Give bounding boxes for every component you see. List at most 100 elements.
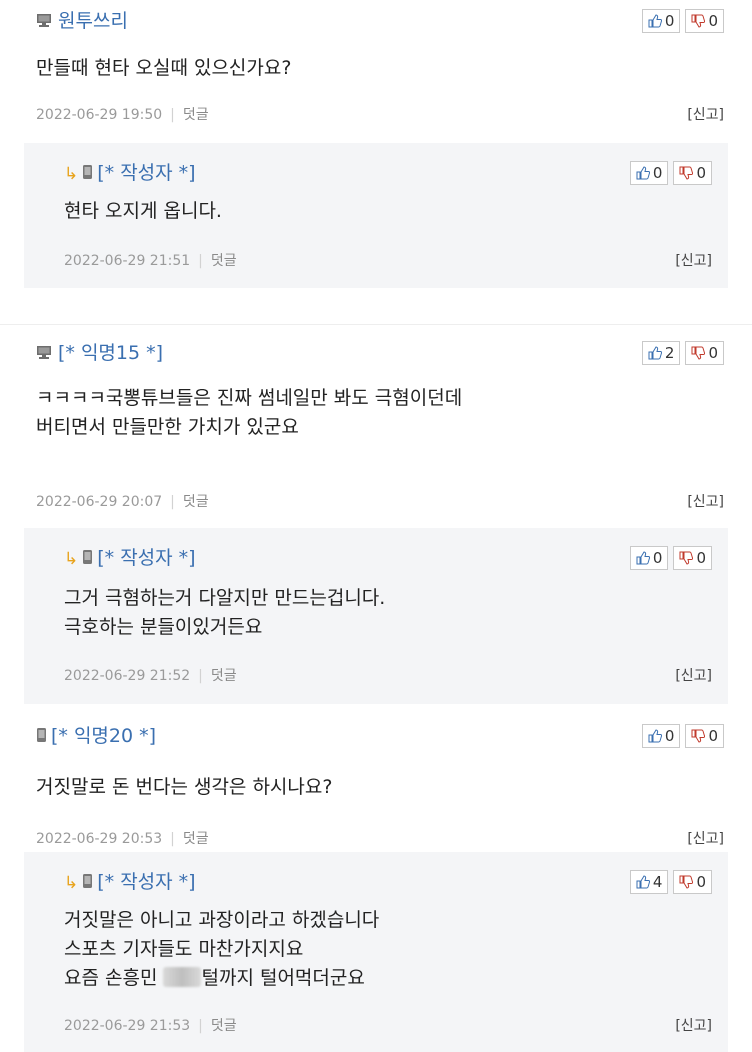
reply-text-line: 극호하는 분들이있거든요 (64, 616, 263, 638)
upvote-count: 2 (664, 344, 675, 362)
reply-text-line: 스포츠 기자들도 마찬가지지요 (64, 938, 304, 960)
reply-author[interactable]: ↳ [* 작성자 *] (64, 544, 196, 572)
comment-body: 거짓말로 돈 번다는 생각은 하시나요? (36, 773, 724, 802)
upvote-button[interactable]: 0 (629, 546, 669, 570)
comment: 원투쓰리 0 0 만들때 현타 오실때 있으신가요? 2022-06-29 19… (0, 0, 752, 140)
upvote-button[interactable]: 0 (641, 724, 681, 748)
report-link[interactable]: [신고] (675, 1014, 712, 1038)
reply-text-line: 그거 극혐하는거 다알지만 만드는겁니다. (64, 587, 386, 609)
report-link[interactable]: [신고] (687, 490, 724, 514)
reply-link[interactable]: 덧글 (211, 1018, 237, 1034)
thumbs-down-icon (691, 14, 706, 28)
mobile-icon (82, 160, 93, 188)
author-name: [* 익명15 *] (58, 342, 164, 364)
reply-author[interactable]: ↳ [* 작성자 *] (64, 868, 196, 896)
thumbs-down-icon (679, 875, 694, 889)
vote-buttons: 0 0 (641, 724, 724, 748)
comment-thread: 원투쓰리 0 0 만들때 현타 오실때 있으신가요? 2022-06-29 19… (0, 0, 752, 1052)
thumbs-up-icon (636, 551, 650, 565)
downvote-button[interactable]: 0 (685, 9, 724, 33)
reply-date: 2022-06-29 21:52 (64, 668, 191, 684)
reply-text-line: 현타 오지게 옵니다. (64, 200, 222, 222)
reply-date: 2022-06-29 21:51 (64, 253, 191, 269)
report-link[interactable]: [신고] (687, 103, 724, 127)
downvote-button[interactable]: 0 (673, 870, 712, 894)
reply-text-segment: 요즘 손흥민 (64, 967, 164, 989)
reply-text-line: 요즘 손흥민 털까지 털어먹더군요 (64, 964, 712, 993)
divider: | (198, 668, 203, 684)
thumbs-down-icon (679, 166, 694, 180)
upvote-count: 4 (652, 873, 663, 891)
reply-comment: ↳ [* 작성자 *] 0 0 현타 오지게 옵니다. 2022-06-29 2… (24, 143, 728, 288)
downvote-button[interactable]: 0 (673, 161, 712, 185)
comment-date: 2022-06-29 19:50 (36, 107, 163, 123)
thumbs-up-icon (648, 14, 662, 28)
comment-author[interactable]: 원투쓰리 (36, 7, 128, 35)
upvote-count: 0 (652, 549, 663, 567)
reply-arrow-icon: ↳ (64, 163, 79, 184)
divider: | (198, 1018, 203, 1034)
downvote-count: 0 (696, 873, 706, 891)
reply-link[interactable]: 덧글 (183, 107, 209, 123)
mobile-icon (36, 723, 47, 751)
downvote-button[interactable]: 0 (673, 546, 712, 570)
vote-buttons: 0 0 (629, 161, 712, 185)
downvote-count: 0 (708, 727, 718, 745)
reply-date: 2022-06-29 21:53 (64, 1018, 191, 1034)
upvote-button[interactable]: 0 (629, 161, 669, 185)
reply-meta: 2022-06-29 21:51 | 덧글 [신고] (64, 249, 712, 273)
reply-link[interactable]: 덧글 (183, 494, 209, 510)
report-link[interactable]: [신고] (675, 249, 712, 273)
reply-meta: 2022-06-29 21:52 | 덧글 [신고] (64, 664, 712, 688)
reply-link[interactable]: 덧글 (211, 253, 237, 269)
thumbs-up-icon (636, 166, 650, 180)
upvote-button[interactable]: 2 (641, 341, 681, 365)
comment-body: 만들때 현타 오실때 있으신가요? (36, 54, 724, 83)
comment: [* 익명15 *] 2 0 ㅋㅋㅋㅋ국뽕튜브들은 진짜 썸네일만 봐도 극혐이… (0, 324, 752, 525)
comment-text-line: 버티면서 만들만한 가치가 있군요 (36, 416, 299, 438)
comment-text-line: ㅋㅋㅋㅋ국뽕튜브들은 진짜 썸네일만 봐도 극혐이던데 (36, 387, 463, 409)
comment: [* 익명20 *] 0 0 거짓말로 돈 번다는 생각은 하시나요? 2022… (0, 708, 752, 848)
report-link[interactable]: [신고] (675, 664, 712, 688)
pc-icon (36, 8, 52, 36)
comment-meta: 2022-06-29 20:53 | 덧글 [신고] (36, 827, 724, 851)
author-name: [* 작성자 *] (97, 871, 196, 893)
downvote-count: 0 (696, 549, 706, 567)
upvote-button[interactable]: 0 (641, 9, 681, 33)
comment-date: 2022-06-29 20:07 (36, 494, 163, 510)
upvote-count: 0 (652, 164, 663, 182)
divider: | (170, 494, 175, 510)
comment-text-line: 거짓말로 돈 번다는 생각은 하시나요? (36, 776, 333, 798)
thumbs-up-icon (636, 875, 650, 889)
downvote-button[interactable]: 0 (685, 341, 724, 365)
thumbs-down-icon (691, 346, 706, 360)
divider: | (198, 253, 203, 269)
reply-author[interactable]: ↳ [* 작성자 *] (64, 159, 196, 187)
upvote-button[interactable]: 4 (629, 870, 669, 894)
comment-meta: 2022-06-29 19:50 | 덧글 [신고] (36, 103, 724, 127)
pc-icon (36, 340, 52, 368)
thumbs-down-icon (679, 551, 694, 565)
reply-body: 현타 오지게 옵니다. (64, 197, 712, 226)
vote-buttons: 4 0 (629, 870, 712, 894)
comment-author[interactable]: [* 익명15 *] (36, 339, 163, 367)
comment-date: 2022-06-29 20:53 (36, 831, 163, 847)
thumbs-down-icon (691, 729, 706, 743)
upvote-count: 0 (664, 12, 675, 30)
reply-text-segment: 털까지 털어먹더군요 (201, 967, 365, 989)
author-name: 원투쓰리 (58, 10, 128, 32)
downvote-button[interactable]: 0 (685, 724, 724, 748)
reply-comment: ↳ [* 작성자 *] 0 0 그거 극혐하는거 다알지만 만드는겁니다. 극호하… (24, 528, 728, 704)
reply-arrow-icon: ↳ (64, 872, 79, 893)
report-link[interactable]: [신고] (687, 827, 724, 851)
author-name: [* 작성자 *] (97, 547, 196, 569)
downvote-count: 0 (708, 12, 718, 30)
divider: | (170, 831, 175, 847)
reply-link[interactable]: 덧글 (183, 831, 209, 847)
author-name: [* 익명20 *] (51, 725, 157, 747)
comment-author[interactable]: [* 익명20 *] (36, 722, 156, 750)
reply-link[interactable]: 덧글 (211, 668, 237, 684)
divider: | (170, 107, 175, 123)
reply-body: 거짓말은 아니고 과장이라고 하겠습니다 스포츠 기자들도 마찬가지지요 요즘 … (64, 906, 712, 993)
reply-body: 그거 극혐하는거 다알지만 만드는겁니다. 극호하는 분들이있거든요 (64, 584, 712, 642)
